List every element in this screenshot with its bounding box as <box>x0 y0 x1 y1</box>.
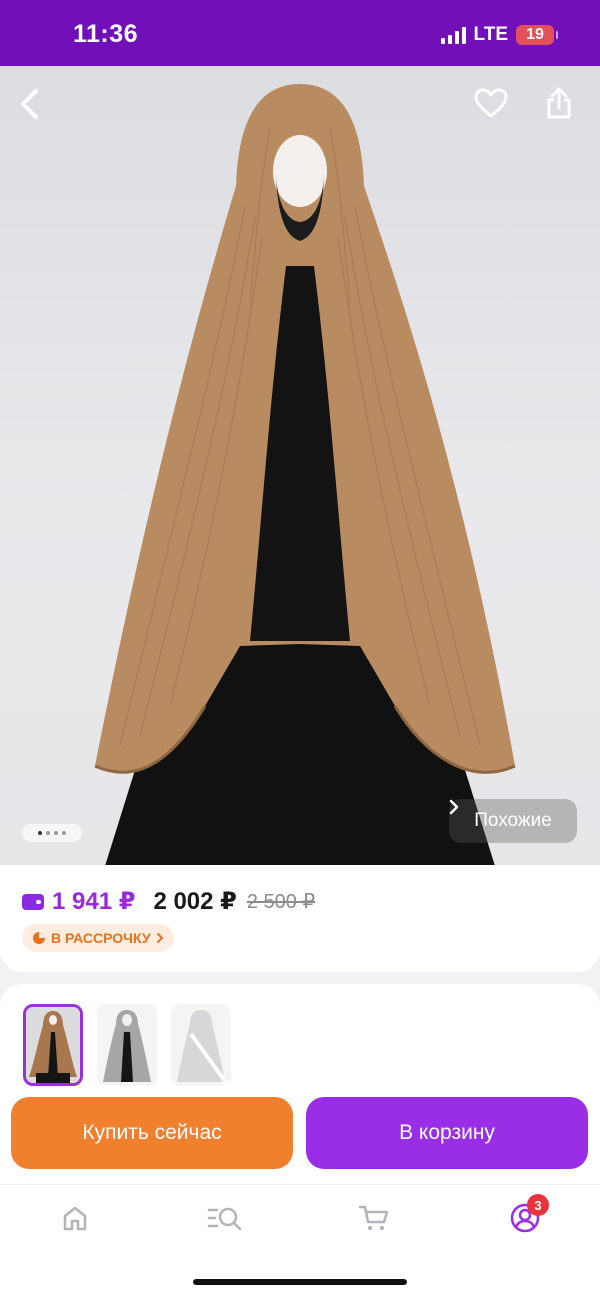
wallet-icon <box>22 893 44 910</box>
battery-level: 19 <box>526 26 544 43</box>
product-photo <box>94 84 516 866</box>
wallet-price: 1 941 ₽ <box>52 888 136 915</box>
signal-icon <box>440 26 466 44</box>
variant-thumbnail-unavailable[interactable] <box>171 1004 231 1086</box>
tab-catalog[interactable] <box>205 1201 245 1235</box>
carousel-dot <box>54 831 58 835</box>
share-button[interactable] <box>545 86 585 128</box>
similar-products-button[interactable]: Похожие <box>449 799 577 843</box>
home-indicator <box>193 1279 407 1285</box>
catalog-search-icon <box>207 1207 242 1231</box>
thumbnail-image <box>97 1004 157 1086</box>
add-to-cart-button[interactable]: В корзину <box>306 1097 588 1169</box>
installment-badge[interactable]: В РАССРОЧКУ <box>22 924 174 952</box>
tab-home[interactable] <box>55 1201 95 1235</box>
pie-chart-icon <box>33 932 45 944</box>
price-card: 1 941 ₽ 2 002 ₽ 2 500 ₽ В РАССРОЧКУ <box>0 865 600 972</box>
cart-icon <box>358 1205 389 1230</box>
home-icon <box>63 1206 87 1231</box>
old-price: 2 500 ₽ <box>246 891 316 913</box>
battery-icon: 19 <box>516 25 558 45</box>
price-row: 1 941 ₽ 2 002 ₽ 2 500 ₽ <box>22 887 315 916</box>
variant-thumbnail-brown[interactable] <box>23 1004 83 1086</box>
status-time: 11:36 <box>73 20 139 48</box>
thumbnail-image <box>171 1004 231 1086</box>
installment-label: В РАССРОЧКУ <box>51 930 151 946</box>
share-icon <box>547 87 571 119</box>
variant-thumbnail-gray[interactable] <box>97 1004 157 1086</box>
back-button[interactable] <box>18 88 54 128</box>
status-bar: 11:36 LTE 19 <box>0 0 600 66</box>
carousel-indicator <box>22 824 82 842</box>
chevron-left-icon <box>21 89 38 119</box>
profile-notification-badge: 3 <box>527 1194 549 1216</box>
tab-cart[interactable] <box>354 1201 394 1235</box>
chevron-right-icon <box>156 933 163 943</box>
product-image[interactable]: Похожие <box>0 66 600 866</box>
regular-price: 2 002 ₽ <box>153 888 237 915</box>
chevron-right-icon <box>449 799 459 815</box>
status-icons: LTE 19 <box>440 24 558 46</box>
heart-icon <box>474 88 508 118</box>
buy-now-button[interactable]: Купить сейчас <box>11 1097 293 1169</box>
carousel-dot <box>46 831 50 835</box>
thumbnail-image <box>26 1007 80 1083</box>
favorite-button[interactable] <box>474 88 514 128</box>
carousel-dot <box>62 831 66 835</box>
carousel-dot <box>38 831 42 835</box>
similar-label: Похожие <box>474 810 552 831</box>
network-type: LTE <box>473 24 508 45</box>
